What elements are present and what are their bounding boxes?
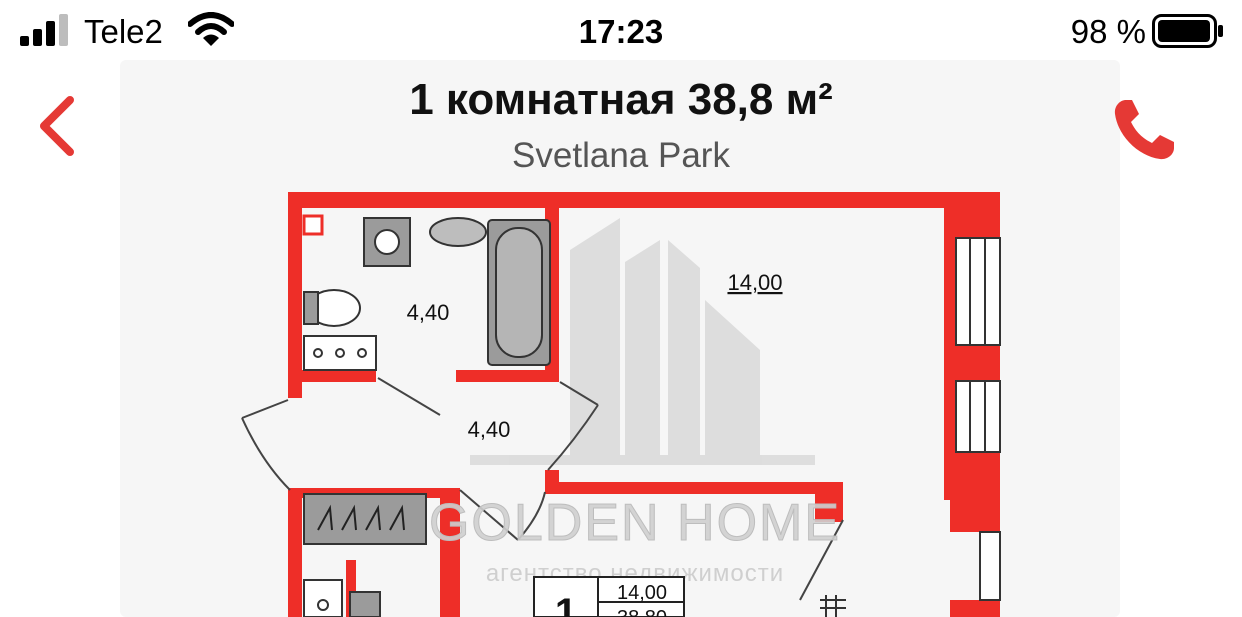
hall-area-label: 4,40 [468,417,511,442]
chevron-left-icon [40,96,74,156]
listing-subtitle: Svetlana Park [512,136,730,175]
summary-rooms-count: 1 [555,591,577,617]
wardrobe [303,493,427,545]
bathroom-area-label: 4,40 [407,300,450,325]
living-room-area-label: 14,00 [727,270,782,295]
listing-title: 1 комнатная 38,8 м² [409,75,833,124]
call-button[interactable] [1106,92,1182,168]
windows [955,237,1001,601]
back-button[interactable] [30,88,86,164]
watermark-brand: GOLDEN HOME [429,494,841,552]
bathroom-fixtures [302,214,551,371]
phone-icon [1114,100,1174,160]
summary-total-area: 38,80 [617,607,667,617]
summary-living-area: 14,00 [617,582,667,604]
